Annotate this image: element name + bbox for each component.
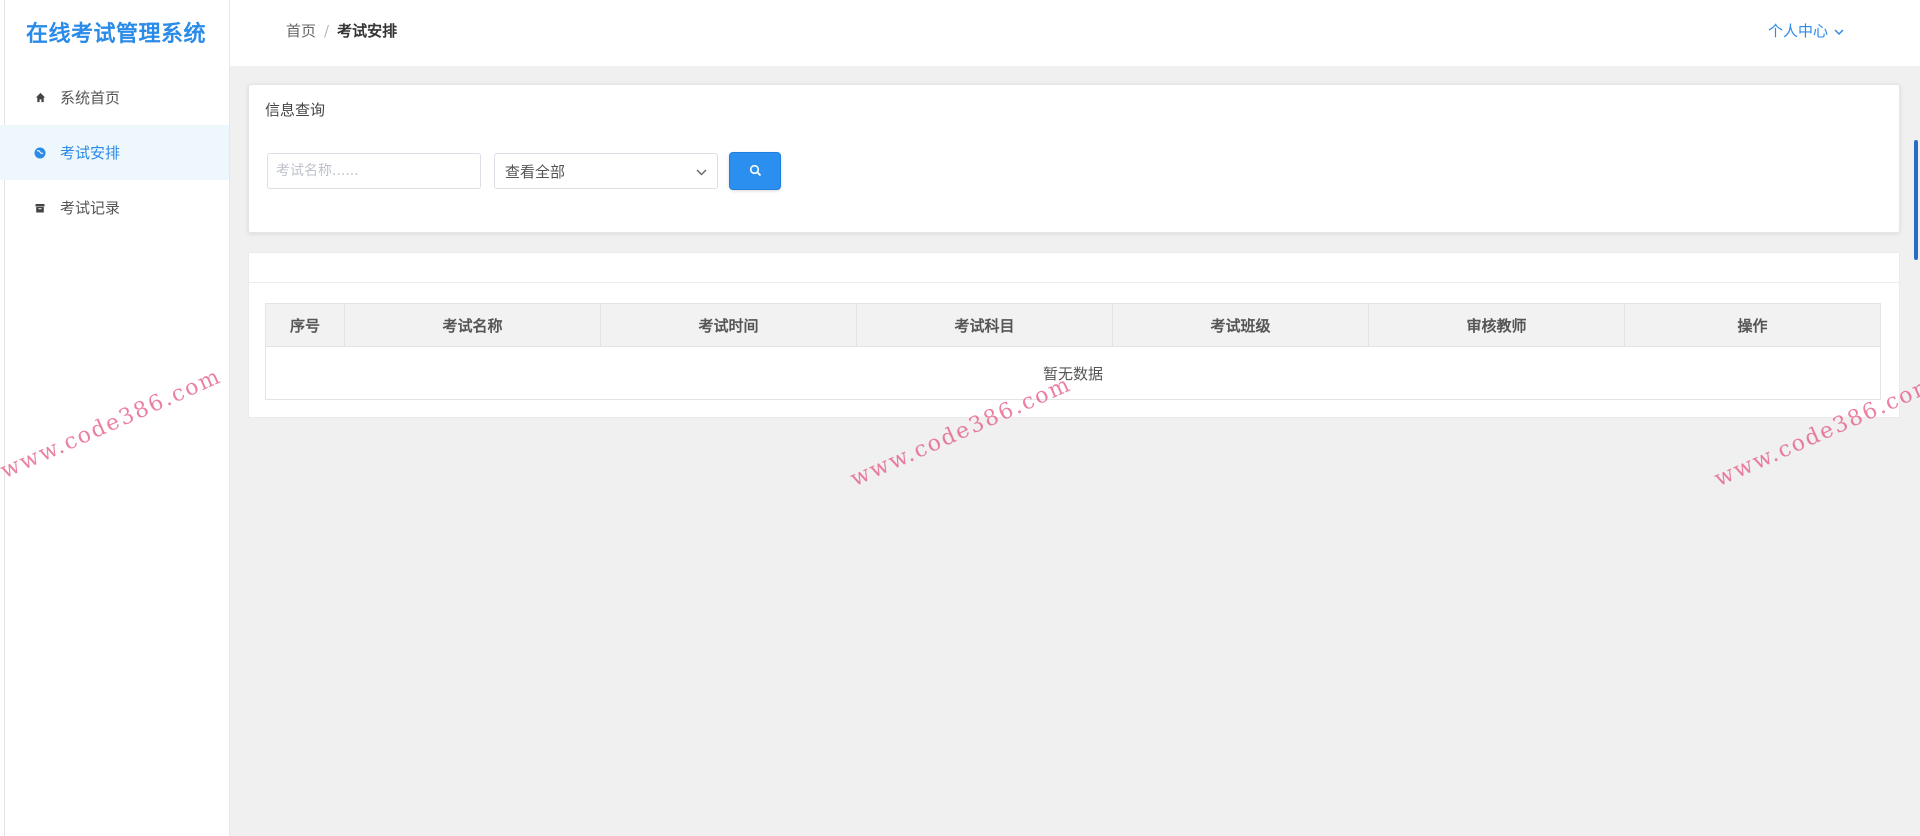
column-header-actions[interactable]: 操作 (1625, 304, 1880, 346)
sidebar-item-exam-schedule[interactable]: 考试安排 (0, 125, 229, 180)
column-header-exam-name[interactable]: 考试名称 (345, 304, 601, 346)
chevron-down-icon (696, 162, 707, 180)
scrollbar-handle[interactable] (1914, 140, 1918, 260)
sidebar: 在线考试管理系统 系统首页 考试安排 考试记录 (0, 0, 230, 836)
sidebar-item-home[interactable]: 系统首页 (0, 70, 229, 125)
exam-table-panel: 序号 考试名称 考试时间 考试科目 考试班级 审核教师 操作 暂无数据 (248, 252, 1900, 418)
breadcrumb-current: 考试安排 (337, 22, 398, 40)
column-header-exam-time[interactable]: 考试时间 (601, 304, 857, 346)
column-header-exam-class[interactable]: 考试班级 (1113, 304, 1369, 346)
breadcrumb: 首页 / 考试安排 (286, 20, 397, 41)
exam-table: 序号 考试名称 考试时间 考试科目 考试班级 审核教师 操作 暂无数据 (265, 303, 1881, 400)
filter-select[interactable]: 查看全部 (494, 153, 718, 189)
app-logo-title[interactable]: 在线考试管理系统 (26, 16, 206, 50)
table-panel-header (249, 253, 1899, 283)
breadcrumb-home-link[interactable]: 首页 (286, 20, 316, 41)
user-center-label: 个人中心 (1767, 22, 1828, 40)
column-header-exam-subject[interactable]: 考试科目 (857, 304, 1113, 346)
globe-icon (34, 147, 46, 159)
exam-name-search-input[interactable] (267, 153, 481, 189)
search-button[interactable] (729, 152, 781, 190)
sidebar-menu: 系统首页 考试安排 考试记录 (0, 70, 229, 235)
user-center-dropdown[interactable]: 个人中心 (1768, 20, 1844, 41)
search-panel-title: 信息查询 (265, 101, 326, 119)
app-root: 在线考试管理系统 系统首页 考试安排 考试记录 首页 / 考试安排 个人中心 信… (0, 0, 1920, 836)
column-header-review-teacher[interactable]: 审核教师 (1369, 304, 1625, 346)
filter-select-value: 查看全部 (505, 162, 566, 181)
search-panel: 信息查询 查看全部 (248, 84, 1900, 233)
table-header-row: 序号 考试名称 考试时间 考试科目 考试班级 审核教师 操作 (266, 303, 1880, 347)
breadcrumb-separator: / (324, 21, 330, 40)
sidebar-item-label: 考试安排 (60, 144, 121, 162)
chevron-down-icon (1828, 22, 1844, 40)
archive-icon (34, 202, 46, 214)
table-empty-message: 暂无数据 (266, 347, 1880, 400)
sidebar-item-exam-records[interactable]: 考试记录 (0, 180, 229, 235)
sidebar-item-label: 考试记录 (60, 199, 121, 217)
top-bar: 首页 / 考试安排 个人中心 (230, 0, 1920, 66)
home-icon (34, 92, 46, 104)
sidebar-item-label: 系统首页 (60, 89, 121, 107)
column-header-index[interactable]: 序号 (266, 304, 345, 346)
search-icon (749, 162, 762, 181)
